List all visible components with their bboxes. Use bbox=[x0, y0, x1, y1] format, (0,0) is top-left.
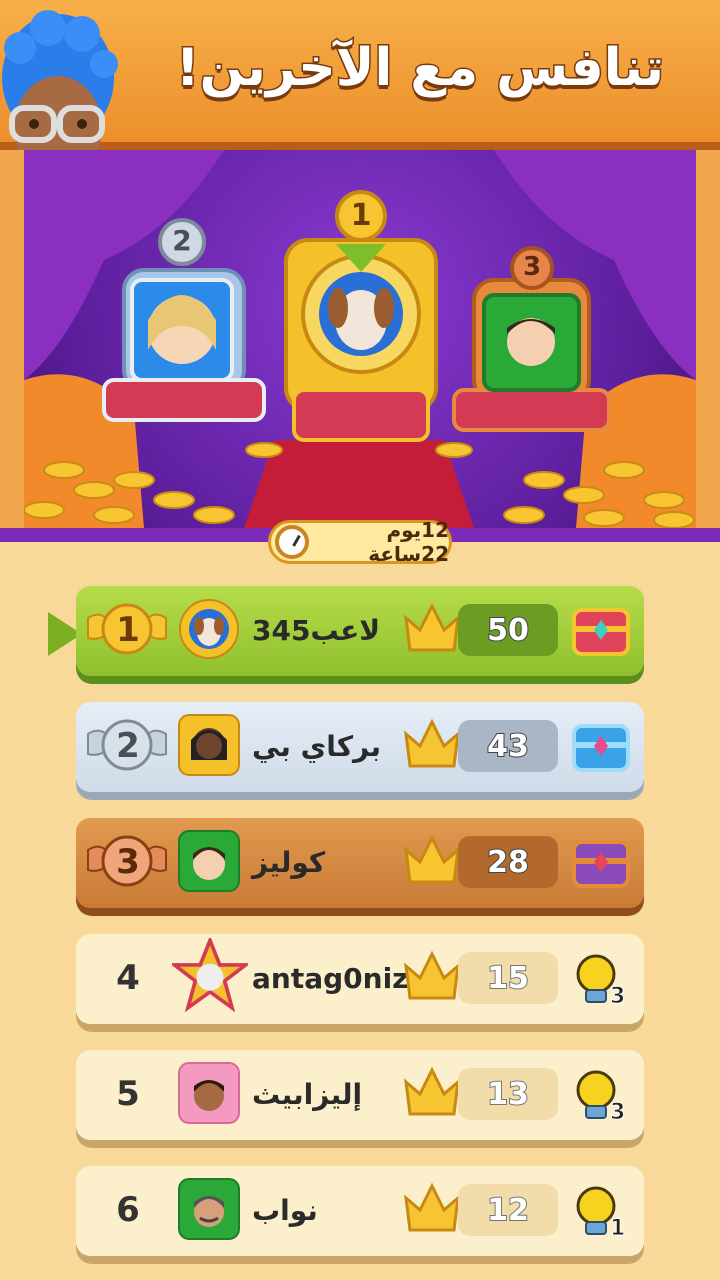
score-value: 13 bbox=[458, 1068, 558, 1120]
player-avatar bbox=[178, 714, 240, 776]
rank-number: 5 bbox=[116, 1074, 140, 1114]
stage-frame-left bbox=[0, 150, 24, 528]
podium-rank-2: 2 bbox=[172, 224, 192, 257]
player-avatar bbox=[178, 1062, 240, 1124]
leaderboard-row-3[interactable]: 3 كوليز 28 bbox=[76, 818, 644, 916]
player-avatar bbox=[178, 830, 240, 892]
score-value: 28 bbox=[458, 836, 558, 888]
podium-stage: 1 2 3 bbox=[24, 150, 696, 528]
hint-count: 3 bbox=[609, 984, 626, 1010]
page-title: تنافس مع الآخرين! bbox=[174, 37, 665, 100]
hint-count: 3 bbox=[609, 1100, 626, 1126]
score-value: 50 bbox=[458, 604, 558, 656]
timer-label: 12يوم 22ساعة bbox=[368, 518, 449, 566]
clock-icon bbox=[275, 525, 309, 559]
stage-frame-right bbox=[696, 150, 720, 528]
rank-number: 1 bbox=[116, 610, 140, 650]
event-timer: 12يوم 22ساعة bbox=[268, 518, 452, 566]
player-avatar bbox=[178, 1178, 240, 1240]
hint-count: 1 bbox=[609, 1216, 626, 1242]
score-value: 43 bbox=[458, 720, 558, 772]
rank-number: 2 bbox=[116, 726, 140, 766]
rank-number: 6 bbox=[116, 1190, 140, 1230]
crown-icon bbox=[404, 1066, 460, 1116]
player-avatar bbox=[172, 938, 248, 1013]
crown-icon bbox=[404, 950, 460, 1000]
leaderboard-row-2[interactable]: 2 بركاي بي 43 bbox=[76, 702, 644, 800]
leaderboard-row-6[interactable]: 6 نواب 12 1 bbox=[76, 1166, 644, 1264]
crown-icon bbox=[404, 834, 460, 884]
blue-chest-icon[interactable] bbox=[570, 718, 632, 776]
podium-rank-3: 3 bbox=[522, 252, 542, 282]
score-value: 15 bbox=[458, 952, 558, 1004]
crown-icon bbox=[404, 718, 460, 768]
red-chest-icon[interactable] bbox=[570, 602, 632, 660]
purple-chest-icon[interactable] bbox=[570, 834, 632, 892]
player-avatar bbox=[179, 599, 239, 659]
score-value: 12 bbox=[458, 1184, 558, 1236]
rank-number: 4 bbox=[116, 958, 140, 998]
crown-icon bbox=[404, 602, 460, 652]
crown-icon bbox=[404, 1182, 460, 1232]
podium-rank-1: 1 bbox=[350, 198, 372, 233]
rank-number: 3 bbox=[116, 842, 140, 882]
leaderboard-row-4[interactable]: 4 antag0niz 15 3 bbox=[76, 934, 644, 1032]
leaderboard-row-1[interactable]: 1 لاعب345 50 bbox=[76, 586, 644, 684]
leaderboard-row-5[interactable]: 5 إليزابيث 13 3 bbox=[76, 1050, 644, 1148]
